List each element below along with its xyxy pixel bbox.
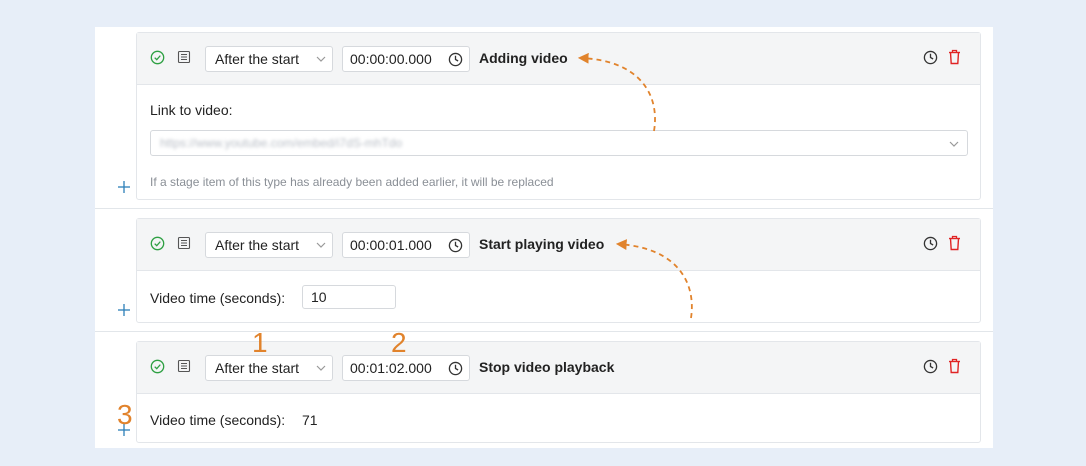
video-time-input[interactable]: 10	[302, 285, 396, 309]
field-label: Video time (seconds):	[150, 412, 286, 428]
check-circle-icon[interactable]	[150, 359, 165, 374]
chevron-down-icon	[316, 242, 326, 248]
stage-title: Adding video	[479, 50, 568, 66]
annotation-number-3: 3	[117, 399, 133, 430]
stage-title: Start playing video	[479, 236, 605, 252]
stage-header: After the start 00:00:00.000 Adding vide…	[137, 33, 980, 85]
clock-icon[interactable]	[448, 361, 463, 376]
video-link-value: https://www.youtube.com/embed/i7dS-mhTdo	[160, 136, 403, 150]
video-time-value: 71	[302, 412, 318, 428]
stage-body: Link to video: https://www.youtube.com/e…	[137, 86, 980, 200]
check-circle-icon[interactable]	[150, 50, 165, 65]
time-input-value: 00:00:01.000	[350, 237, 432, 253]
timing-select-value: After the start	[215, 51, 300, 67]
time-input-value: 00:01:02.000	[350, 360, 432, 376]
field-label: Video time (seconds):	[150, 290, 286, 306]
clock-icon[interactable]	[923, 236, 938, 251]
clock-icon[interactable]	[923, 50, 938, 65]
stage-body: Video time (seconds): 10	[137, 272, 980, 323]
field-label: Link to video:	[150, 102, 233, 118]
video-link-input[interactable]: https://www.youtube.com/embed/i7dS-mhTdo	[150, 130, 968, 156]
timing-select[interactable]: After the start	[205, 355, 333, 381]
chevron-down-icon	[316, 56, 326, 62]
list-icon[interactable]	[177, 236, 191, 250]
stage-item-start-playing: After the start 00:00:01.000 Start playi…	[136, 218, 981, 323]
list-icon[interactable]	[177, 50, 191, 64]
replace-hint: If a stage item of this type has already…	[150, 175, 554, 189]
clock-icon[interactable]	[448, 52, 463, 67]
clock-icon[interactable]	[448, 238, 463, 253]
list-icon[interactable]	[177, 359, 191, 373]
timing-select[interactable]: After the start	[205, 46, 333, 72]
timing-select[interactable]: After the start	[205, 232, 333, 258]
stage-header: After the start 00:00:01.000 Start playi…	[137, 219, 980, 271]
divider	[95, 331, 993, 332]
check-circle-icon[interactable]	[150, 236, 165, 251]
annotation-number-1: 1	[252, 327, 268, 358]
trash-icon[interactable]	[948, 235, 961, 251]
stage-body: Video time (seconds): 71	[137, 395, 980, 443]
time-input[interactable]: 00:00:00.000	[342, 46, 470, 72]
stage-title: Stop video playback	[479, 359, 615, 375]
annotation-number-2: 2	[391, 327, 407, 358]
plus-icon[interactable]	[118, 304, 130, 316]
stage-item-adding-video: After the start 00:00:00.000 Adding vide…	[136, 32, 981, 200]
time-input[interactable]: 00:01:02.000	[342, 355, 470, 381]
clock-icon[interactable]	[923, 359, 938, 374]
timing-select-value: After the start	[215, 237, 300, 253]
divider	[95, 208, 993, 209]
trash-icon[interactable]	[948, 358, 961, 374]
time-input-value: 00:00:00.000	[350, 51, 432, 67]
time-input[interactable]: 00:00:01.000	[342, 232, 470, 258]
trash-icon[interactable]	[948, 49, 961, 65]
chevron-down-icon[interactable]	[949, 140, 959, 148]
stages-panel: After the start 00:00:00.000 Adding vide…	[95, 27, 993, 448]
plus-icon[interactable]	[118, 181, 130, 193]
chevron-down-icon	[316, 365, 326, 371]
timing-select-value: After the start	[215, 360, 300, 376]
